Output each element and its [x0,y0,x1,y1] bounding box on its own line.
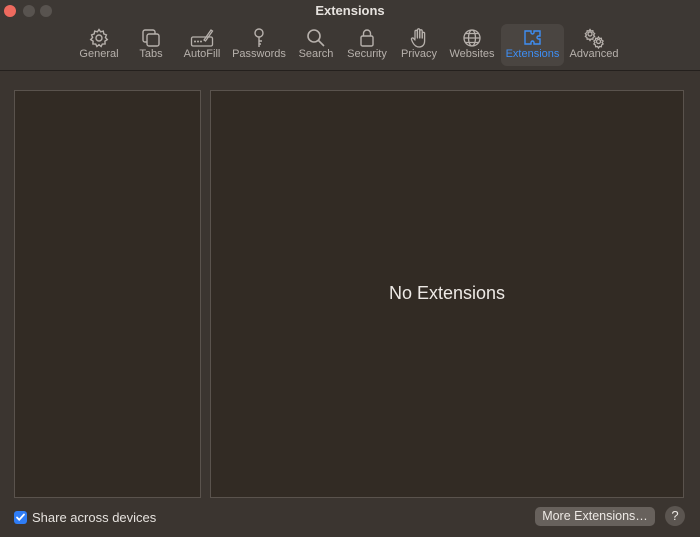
tab-label: Tabs [139,48,163,60]
gear-icon [87,27,111,49]
tab-label: Security [347,48,387,60]
autofill-icon [190,27,214,49]
tab-privacy[interactable]: Privacy [397,24,441,66]
preferences-window: Extensions General Tabs AutoFill Passwor… [0,0,700,537]
tabs-icon [139,27,163,49]
more-extensions-button[interactable]: More Extensions… [535,507,655,526]
puzzle-icon [521,27,545,49]
extension-detail-pane: No Extensions [210,90,684,498]
magnifier-icon [304,27,328,49]
share-checkbox[interactable] [14,510,27,524]
tab-label: Passwords [232,48,286,60]
tab-security[interactable]: Security [344,24,390,66]
tab-label: AutoFill [183,48,221,60]
tab-autofill[interactable]: AutoFill [180,24,224,66]
key-icon [247,27,271,49]
tab-advanced[interactable]: Advanced [568,24,620,66]
toolbar: Extensions General Tabs AutoFill Passwor… [0,0,700,71]
tab-label: Websites [449,48,495,60]
extensions-list[interactable] [14,90,201,498]
tab-extensions[interactable]: Extensions [501,24,564,66]
tab-passwords[interactable]: Passwords [230,24,288,66]
tab-websites[interactable]: Websites [447,24,497,66]
help-button[interactable]: ? [665,506,685,526]
gears-icon [582,27,606,49]
tab-label: Extensions [505,48,560,60]
hand-icon [407,27,431,49]
globe-icon [460,27,484,49]
tab-label: Privacy [400,48,438,60]
empty-state-message: No Extensions [388,283,506,303]
tab-label: Search [298,48,334,60]
tab-search[interactable]: Search [295,24,337,66]
tab-label: General [79,48,119,60]
share-label: Share across devices [32,509,157,525]
tab-tabs[interactable]: Tabs [131,24,171,66]
share-across-devices-option[interactable]: Share across devices [14,509,156,525]
tab-general[interactable]: General [76,24,122,66]
lock-icon [355,27,379,49]
tab-label: Advanced [569,48,619,60]
window-title: Extensions [315,3,385,18]
